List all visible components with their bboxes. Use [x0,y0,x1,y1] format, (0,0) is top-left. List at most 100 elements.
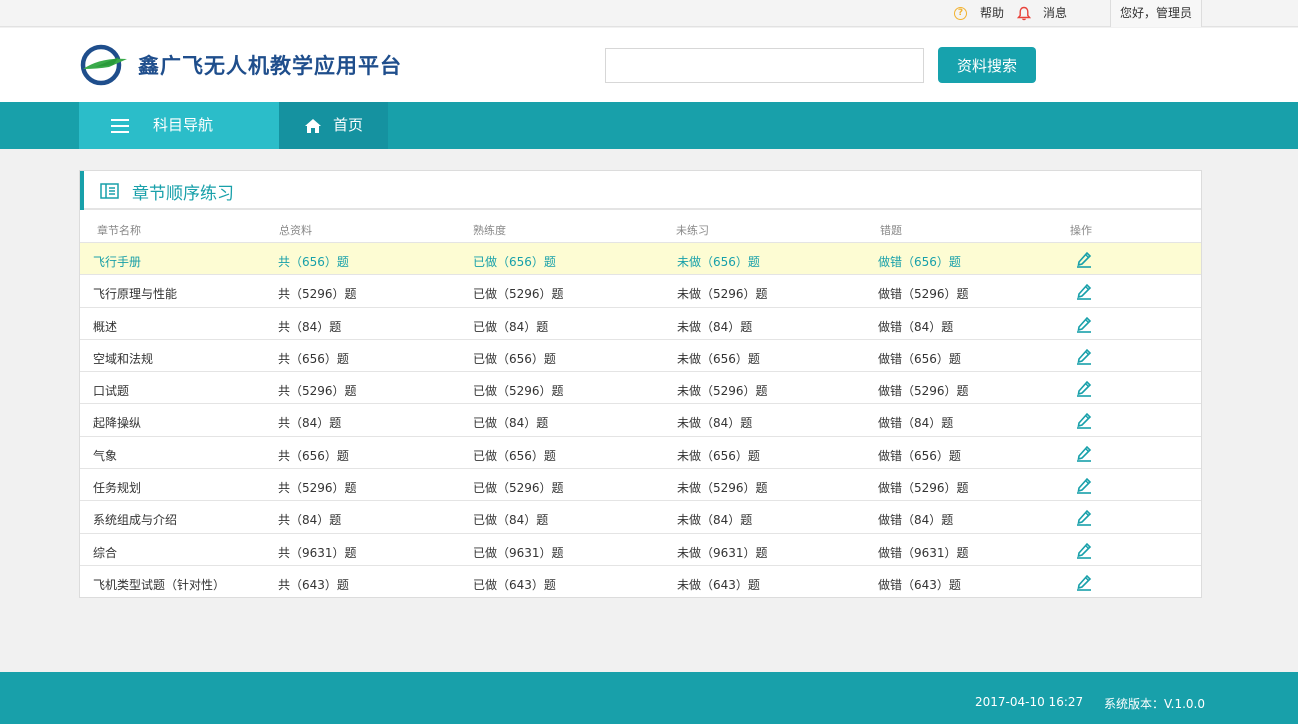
table-row[interactable]: 综合 共（9631）题 已做（9631）题 未做（9631）题 做错（9631）题 [80,534,1201,566]
chapter-name: 口试题 [93,384,130,399]
main-nav: 科目导航 首页 [0,102,1298,149]
undone-count: 未做（84）题 [677,416,753,431]
chapter-name: 飞行原理与性能 [93,287,178,302]
total-count: 共（5296）题 [278,384,357,399]
chapter-name: 空域和法规 [93,351,154,366]
panel-header: 章节顺序练习 [80,171,1201,210]
col-header-action: 操作 [1070,224,1092,237]
nav-subject-menu[interactable]: 科目导航 [79,102,279,149]
total-count: 共（656）题 [278,448,349,463]
edit-icon[interactable] [1076,379,1092,397]
header: 鑫广飞无人机教学应用平台 资料搜索 [0,28,1298,102]
brand-title: 鑫广飞无人机教学应用平台 [138,54,402,78]
top-bar: ? 帮助 消息 您好，管理员 [0,0,1298,27]
bell-icon[interactable] [1017,6,1031,21]
edit-icon[interactable] [1076,573,1092,591]
total-count: 共（84）题 [278,513,342,528]
chapter-name: 飞行手册 [93,255,142,269]
chapter-name: 系统组成与介绍 [93,513,178,528]
total-count: 共（643）题 [278,577,349,592]
total-count: 共（5296）题 [278,481,357,496]
undone-count: 未做（643）题 [677,577,760,592]
chapter-name: 任务规划 [93,481,142,496]
user-greeting[interactable]: 您好，管理员 [1110,0,1202,27]
wrong-count: 做错（84）题 [878,416,954,431]
nav-home-label: 首页 [333,116,364,134]
undone-count: 未做（5296）题 [677,384,768,399]
table-row[interactable]: 任务规划 共（5296）题 已做（5296）题 未做（5296）题 做错（5296）题 [80,469,1201,502]
wrong-count: 做错（656）题 [878,351,961,366]
col-header-proficiency: 熟练度 [473,224,506,237]
edit-icon[interactable] [1076,476,1092,494]
table-row[interactable]: 飞行原理与性能 共（5296）题 已做（5296）题 未做（5296）题 做错（5296… [80,275,1201,308]
chapter-name: 气象 [93,448,118,463]
col-header-wrong: 错题 [880,224,902,237]
undone-count: 未做（656）题 [677,255,760,269]
nav-subject-label: 科目导航 [153,116,214,134]
list-icon [100,183,119,199]
edit-icon[interactable] [1076,282,1092,301]
done-count: 已做（5296）题 [473,384,564,399]
panel-accent-bar [80,171,84,210]
done-count: 已做（5296）题 [473,287,564,302]
wrong-count: 做错（84）题 [878,513,954,528]
total-count: 共（84）题 [278,416,342,431]
table-row[interactable]: 起降操纵 共（84）题 已做（84）题 未做（84）题 做错（84）题 [80,404,1201,437]
edit-icon[interactable] [1076,315,1092,333]
footer: 2017-04-10 16:27 系统版本：V.1.0.0 [0,672,1298,724]
total-count: 共（656）题 [278,255,349,269]
nav-home[interactable]: 首页 [279,102,388,149]
edit-icon[interactable] [1076,411,1092,430]
undone-count: 未做（5296）题 [677,287,768,302]
wrong-count: 做错（643）题 [878,577,961,592]
edit-icon[interactable] [1076,508,1092,527]
col-header-name: 章节名称 [97,224,141,237]
done-count: 已做（656）题 [473,448,556,463]
total-count: 共（9631）题 [278,545,357,560]
edit-icon[interactable] [1076,347,1092,365]
home-icon [305,119,321,133]
chapter-name: 飞机类型试题（针对性） [93,577,226,592]
table-row[interactable]: 气象 共（656）题 已做（656）题 未做（656）题 做错（656）题 [80,437,1201,470]
search-input[interactable] [605,48,924,83]
total-count: 共（656）题 [278,351,349,366]
wrong-count: 做错（9631）题 [878,545,969,560]
table-row[interactable]: 空域和法规 共（656）题 已做（656）题 未做（656）题 做错（656）题 [80,340,1201,373]
undone-count: 未做（5296）题 [677,481,768,496]
done-count: 已做（84）题 [473,416,549,431]
table-header: 章节名称 总资料 熟练度 未练习 错题 操作 [80,212,1201,243]
search-button[interactable]: 资料搜索 [938,47,1036,83]
total-count: 共（5296）题 [278,287,357,302]
edit-icon[interactable] [1076,444,1092,462]
table-row[interactable]: 系统组成与介绍 共（84）题 已做（84）题 未做（84）题 做错（84）题 [80,501,1201,534]
help-link[interactable]: 帮助 [980,0,1004,27]
wrong-count: 做错（656）题 [878,255,961,269]
done-count: 已做（9631）题 [473,545,564,560]
done-count: 已做（656）题 [473,255,556,269]
wrong-count: 做错（5296）题 [878,481,969,496]
panel-title: 章节顺序练习 [132,184,234,204]
wrong-count: 做错（84）题 [878,319,954,334]
wrong-count: 做错（5296）题 [878,287,969,302]
menu-icon [111,119,129,133]
undone-count: 未做（84）题 [677,513,753,528]
help-icon[interactable]: ? [954,7,967,20]
messages-link[interactable]: 消息 [1043,0,1067,27]
undone-count: 未做（9631）题 [677,545,768,560]
chapter-practice-panel: 章节顺序练习 章节名称 总资料 熟练度 未练习 错题 操作 飞行手册共（656）… [79,170,1202,598]
wrong-count: 做错（656）题 [878,448,961,463]
done-count: 已做（84）题 [473,319,549,334]
footer-datetime: 2017-04-10 16:27 [975,695,1084,709]
logo-icon [80,44,127,86]
total-count: 共（84）题 [278,319,342,334]
table-row[interactable]: 概述 共（84）题 已做（84）题 未做（84）题 做错（84）题 [80,308,1201,340]
col-header-unpracticed: 未练习 [676,224,709,237]
done-count: 已做（643）题 [473,577,556,592]
table-row[interactable]: 飞行手册 共（656）题 已做（656）题 未做（656）题 做错（656）题 [80,243,1201,276]
undone-count: 未做（656）题 [677,448,760,463]
edit-icon[interactable] [1076,541,1092,559]
table-row[interactable]: 口试题 共（5296）题 已做（5296）题 未做（5296）题 做错（5296）题 [80,372,1201,405]
footer-version: 系统版本：V.1.0.0 [1104,697,1206,711]
table-row[interactable]: 飞机类型试题（针对性） 共（643）题 已做（643）题 未做（643）题 做错（643… [80,566,1201,598]
edit-icon[interactable] [1076,250,1092,268]
